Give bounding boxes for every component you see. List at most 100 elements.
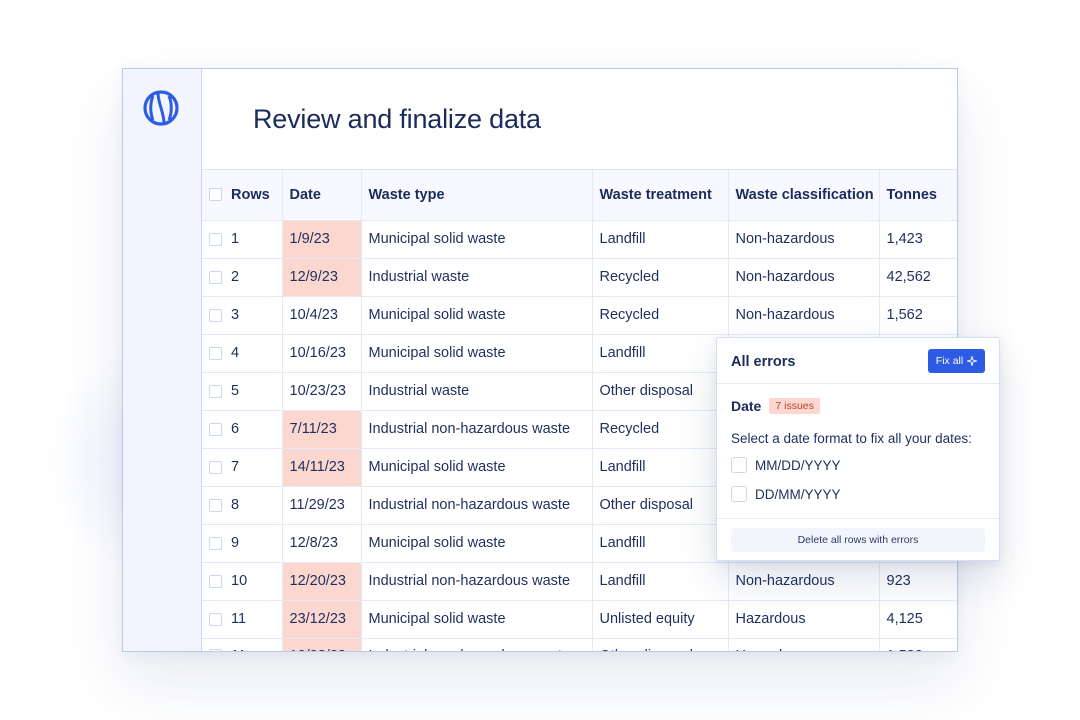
row-number: 7 [231, 459, 240, 475]
date-cell[interactable]: 12/8/23 [282, 524, 362, 563]
date-cell[interactable]: 12/9/23 [282, 258, 362, 297]
waste-type-cell[interactable]: Municipal solid waste [361, 334, 593, 373]
waste-treatment-cell[interactable]: Other disposal [592, 638, 729, 651]
row-number-cell: 7 [202, 448, 283, 487]
tonnes-cell[interactable]: 42,562 [879, 258, 957, 297]
sidebar [123, 69, 202, 651]
waste-type-cell[interactable]: Industrial non-hazardous waste [361, 486, 593, 525]
delete-error-rows-button[interactable]: Delete all rows with errors [731, 528, 985, 552]
waste-classification-cell[interactable]: Hazardous [728, 600, 880, 639]
table-row[interactable]: 1 1/9/23 Municipal solid waste Landfill Non-… [202, 220, 957, 259]
waste-treatment-cell[interactable]: Other disposal [592, 372, 729, 411]
row-number-cell: 9 [202, 524, 283, 563]
date-cell[interactable]: 10/16/23 [282, 334, 362, 373]
waste-type-cell[interactable]: Industrial waste [361, 372, 593, 411]
date-cell[interactable]: 23/12/23 [282, 600, 362, 639]
tonnes-cell[interactable]: 4,125 [879, 600, 957, 639]
row-checkbox[interactable] [209, 422, 222, 436]
waste-treatment-cell[interactable]: Landfill [592, 220, 729, 259]
waste-classification-cell[interactable]: Non-hazardous [728, 220, 880, 259]
date-cell[interactable]: 10/4/23 [282, 296, 362, 335]
waste-type-cell[interactable]: Industrial non-hazardous waste [361, 410, 593, 449]
row-checkbox[interactable] [209, 308, 222, 322]
date-format-option-ddmmyyyy[interactable]: DD/MM/YYYY [731, 486, 841, 502]
row-number: 1 [231, 231, 240, 247]
fix-all-button[interactable]: Fix all [928, 349, 985, 373]
tonnes-cell[interactable]: 923 [879, 562, 957, 601]
column-header-waste-classification[interactable]: Waste classification [728, 170, 880, 221]
tonnes-cell[interactable]: 1,423 [879, 220, 957, 259]
date-cell[interactable]: 10/23/23 [282, 372, 362, 411]
row-checkbox[interactable] [209, 346, 222, 360]
date-cell[interactable]: 14/11/23 [282, 448, 362, 487]
fix-all-label: Fix all [935, 355, 964, 367]
row-number: 3 [231, 307, 240, 323]
option-checkbox[interactable] [731, 486, 747, 502]
waste-treatment-cell[interactable]: Landfill [592, 448, 729, 487]
row-number: 6 [231, 421, 240, 437]
waste-treatment-cell[interactable]: Other disposal [592, 486, 729, 525]
waste-type-cell[interactable]: Industrial non-hazardous waste [361, 638, 593, 651]
row-number-cell: 10 [202, 562, 283, 601]
waste-classification-cell[interactable]: Non-hazardous [728, 258, 880, 297]
waste-treatment-cell[interactable]: Recycled [592, 410, 729, 449]
issue-field-label: Date [731, 398, 762, 414]
date-cell[interactable]: 11/29/23 [282, 486, 362, 525]
option-checkbox[interactable] [731, 457, 747, 473]
table-row[interactable]: 11 12/23/23Industrial non-hazardous waste… [202, 638, 957, 651]
column-header-waste-type[interactable]: Waste type [361, 170, 593, 221]
table-row[interactable]: 11 23/12/23 Municipal solid waste Unlisted … [202, 600, 957, 639]
waste-type-cell[interactable]: Municipal solid waste [361, 448, 593, 487]
row-checkbox[interactable] [209, 536, 222, 550]
waste-classification-cell[interactable]: Non-hazardous [728, 296, 880, 335]
row-number-cell: 3 [202, 296, 283, 335]
table-header-row: Rows Date Waste type Waste treatment Was… [202, 170, 957, 221]
column-header-waste-treatment[interactable]: Waste treatment [592, 170, 729, 221]
tonnes-cell[interactable]: 1,532 [879, 638, 957, 651]
table-row[interactable]: 3 10/4/23 Municipal solid waste Recycled Non… [202, 296, 957, 335]
waste-classification-cell[interactable]: Non-hazardous [728, 562, 880, 601]
select-all-checkbox[interactable] [209, 188, 222, 202]
tonnes-cell[interactable]: 1,562 [879, 296, 957, 335]
date-format-option-mmddyyyy[interactable]: MM/DD/YYYY [731, 457, 841, 473]
table-row[interactable]: 10 12/20/23 Industrial non-hazardous waste… [202, 562, 957, 601]
errors-popup-title: All errors [731, 354, 796, 370]
row-number-cell: 11 [202, 600, 283, 639]
row-checkbox[interactable] [209, 384, 222, 398]
column-header-date[interactable]: Date [282, 170, 362, 221]
table-row[interactable]: 2 12/9/23 Industrial waste Recycled Non-haza… [202, 258, 957, 297]
row-checkbox[interactable] [209, 612, 222, 626]
waste-treatment-cell[interactable]: Landfill [592, 334, 729, 373]
waste-treatment-cell[interactable]: Recycled [592, 258, 729, 297]
row-checkbox[interactable] [209, 270, 222, 284]
waste-type-cell[interactable]: Municipal solid waste [361, 600, 593, 639]
globe-logo-icon[interactable] [142, 89, 180, 127]
row-checkbox[interactable] [209, 460, 222, 474]
date-cell[interactable]: 7/11/23 [282, 410, 362, 449]
waste-treatment-cell[interactable]: Landfill [592, 524, 729, 563]
waste-type-cell[interactable]: Municipal solid waste [361, 524, 593, 563]
page-header: Review and finalize data [202, 69, 957, 170]
issues-count-badge: 7 issues [769, 398, 820, 414]
date-cell[interactable]: 1/9/23 [282, 220, 362, 259]
column-header-tonnes[interactable]: Tonnes [879, 170, 957, 221]
row-checkbox[interactable] [209, 498, 222, 512]
waste-type-cell[interactable]: Industrial non-hazardous waste [361, 562, 593, 601]
date-cell[interactable]: 12/20/23 [282, 562, 362, 601]
row-number-cell: 5 [202, 372, 283, 411]
waste-type-cell[interactable]: Municipal solid waste [361, 296, 593, 335]
waste-treatment-cell[interactable]: Landfill [592, 562, 729, 601]
waste-treatment-cell[interactable]: Unlisted equity [592, 600, 729, 639]
waste-treatment-cell[interactable]: Recycled [592, 296, 729, 335]
waste-type-cell[interactable]: Industrial waste [361, 258, 593, 297]
waste-classification-cell[interactable]: Hazardous [728, 638, 880, 651]
waste-type-cell[interactable]: Municipal solid waste [361, 220, 593, 259]
column-header-rows[interactable]: Rows [202, 170, 283, 221]
sparkle-icon [967, 356, 978, 366]
date-cell[interactable]: 12/23/23 [282, 638, 362, 651]
row-number: 8 [231, 497, 240, 513]
row-checkbox[interactable] [209, 574, 222, 588]
errors-popup-header: All errors Fix all [717, 338, 999, 384]
row-checkbox[interactable] [209, 232, 222, 246]
row-checkbox[interactable] [209, 649, 222, 651]
